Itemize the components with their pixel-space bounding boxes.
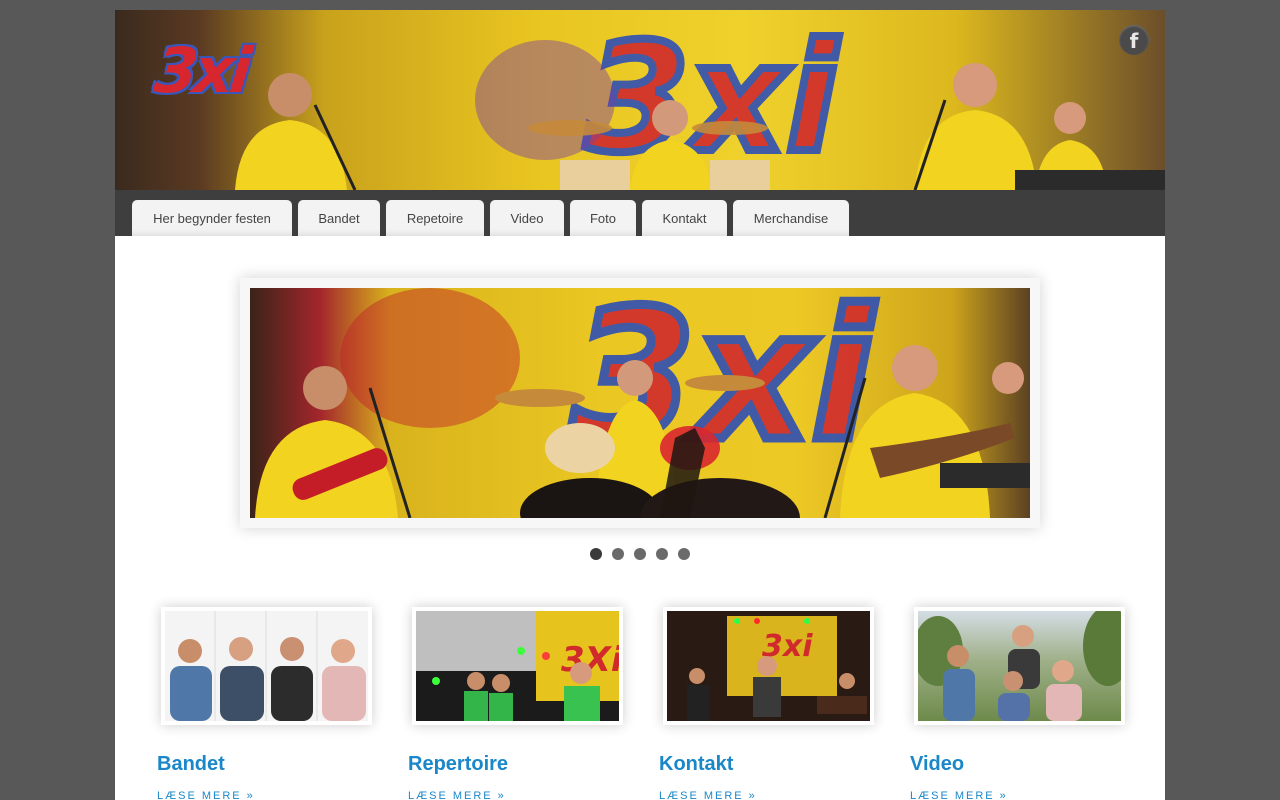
- feature-thumbnail[interactable]: 3xi: [663, 607, 874, 725]
- feature-title[interactable]: Kontakt: [659, 753, 874, 776]
- slider-pagination: [590, 548, 690, 560]
- read-more-link[interactable]: LÆSE MERE »: [408, 790, 623, 800]
- feature-video: Video LÆSE MERE »: [910, 607, 1125, 800]
- nav-item-foto[interactable]: Foto: [570, 200, 636, 236]
- slider-dot-3[interactable]: [634, 548, 646, 560]
- header-banner: 3xi 3xi f: [115, 10, 1165, 190]
- band-header-photo: 3xi: [235, 10, 1165, 190]
- nav-item-kontakt[interactable]: Kontakt: [642, 200, 727, 236]
- feature-repertoire: 3Xi Repertoire LÆSE MERE »: [408, 607, 623, 800]
- feature-title[interactable]: Bandet: [157, 753, 372, 776]
- feature-title[interactable]: Repertoire: [408, 753, 623, 776]
- feature-kontakt: 3xi Kontakt LÆSE MERE »: [659, 607, 874, 800]
- slider-dot-1[interactable]: [590, 548, 602, 560]
- image-slider[interactable]: 3xi: [240, 278, 1040, 528]
- nav-item-video[interactable]: Video: [490, 200, 564, 236]
- read-more-link[interactable]: LÆSE MERE »: [157, 790, 372, 800]
- main-navigation: Her begynder festen Bandet Repetoire Vid…: [115, 190, 1165, 236]
- facebook-icon[interactable]: f: [1119, 25, 1149, 55]
- page-wrapper: 3xi 3xi f Her begynder festen Bandet Rep…: [115, 10, 1165, 800]
- feature-thumbnail[interactable]: [914, 607, 1125, 725]
- feature-title[interactable]: Video: [910, 753, 1125, 776]
- nav-item-bandet[interactable]: Bandet: [298, 200, 380, 236]
- read-more-link[interactable]: LÆSE MERE »: [659, 790, 874, 800]
- slider-dot-5[interactable]: [678, 548, 690, 560]
- read-more-link[interactable]: LÆSE MERE »: [910, 790, 1125, 800]
- slider-image: 3xi: [250, 288, 1030, 518]
- slider-dot-2[interactable]: [612, 548, 624, 560]
- svg-text:3xi: 3xi: [585, 12, 840, 186]
- nav-item-repetoire[interactable]: Repetoire: [386, 200, 484, 236]
- nav-item-her-begynder-festen[interactable]: Her begynder festen: [132, 200, 292, 236]
- feature-thumbnail[interactable]: [161, 607, 372, 725]
- nav-item-merchandise[interactable]: Merchandise: [733, 200, 849, 236]
- feature-bandet: Bandet LÆSE MERE »: [157, 607, 372, 800]
- slider-dot-4[interactable]: [656, 548, 668, 560]
- feature-thumbnail[interactable]: 3Xi: [412, 607, 623, 725]
- site-logo[interactable]: 3xi: [151, 34, 251, 107]
